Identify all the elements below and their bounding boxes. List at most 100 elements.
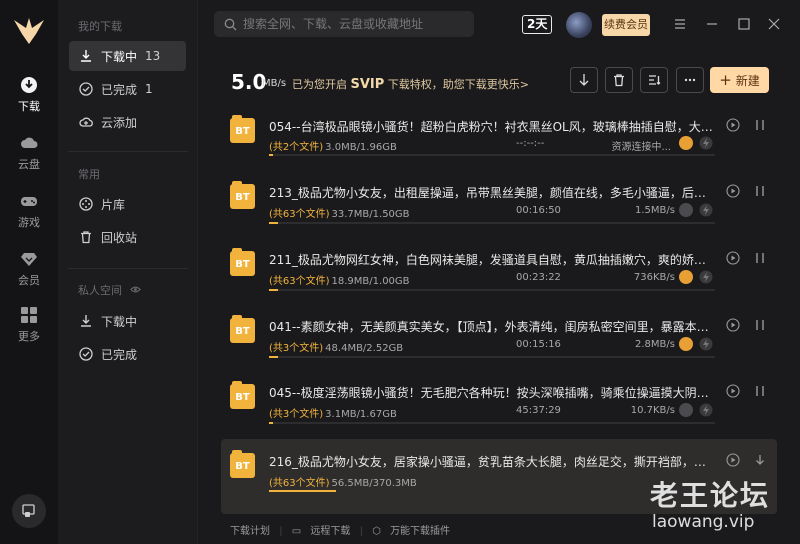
play-icon[interactable]	[726, 118, 740, 132]
mini-mode-button[interactable]	[12, 494, 46, 528]
rail-item-vip[interactable]: 会员	[0, 250, 58, 294]
pause-icon[interactable]	[754, 318, 766, 332]
sidebar-item-label: 云添加	[101, 115, 138, 130]
task-remaining-time: --:--:--	[516, 138, 545, 149]
footer-remote-download[interactable]: 远程下载	[310, 526, 350, 537]
accelerate-icon[interactable]	[679, 136, 693, 150]
progress-fill	[269, 222, 278, 224]
monitor-icon: ▭	[291, 526, 302, 537]
footer-download-plan[interactable]: 下载计划	[230, 526, 270, 537]
sidebar-item-trash[interactable]: 回收站	[69, 222, 186, 252]
play-icon[interactable]	[726, 251, 740, 265]
plus-icon: +	[719, 71, 732, 89]
minimize-icon[interactable]	[704, 16, 720, 32]
progress-fill	[269, 289, 278, 291]
sidebar-item-completed[interactable]: 已完成 1	[69, 74, 186, 104]
sidebar-item-cloud-add[interactable]: 云添加	[69, 107, 186, 137]
search-box[interactable]	[214, 11, 474, 37]
task-size: 33.7MB/1.50GB	[331, 209, 410, 220]
accelerate-icon[interactable]	[679, 403, 693, 417]
rail-label: 会员	[18, 274, 40, 287]
download-sidebar: 我的下载 下载中 13 已完成 1 云添加 常用 片库 回收站 私人空间 下载中…	[58, 0, 198, 544]
sidebar-item-private-completed[interactable]: 已完成	[69, 339, 186, 369]
icon-rail: 下载 云盘 游戏 会员 更多	[0, 0, 58, 544]
menu-icon[interactable]	[672, 16, 688, 32]
total-speed-unit: MB/s	[262, 78, 287, 89]
search-icon	[224, 18, 237, 30]
promo-suffix: 下载特权，助您下载更快乐>	[387, 78, 530, 91]
rail-item-download[interactable]: 下载	[0, 76, 58, 120]
new-task-label: 新建	[735, 73, 760, 88]
file-count: (共3个文件)	[269, 409, 324, 420]
progress-bar	[269, 422, 715, 424]
task-row[interactable]: BT 041--素颜女神，无美颜真实美女，【顶点】，外表清纯，闺房私密空间里，暴…	[221, 310, 777, 376]
avatar[interactable]	[566, 12, 592, 38]
pause-icon[interactable]	[754, 118, 766, 132]
divider	[68, 151, 188, 152]
progress-bar	[269, 154, 715, 156]
rail-item-more[interactable]: 更多	[0, 306, 58, 350]
flash-icon[interactable]	[699, 337, 713, 351]
renew-vip-button[interactable]: 续费会员	[602, 14, 650, 36]
task-remaining-time: 00:23:22	[516, 272, 561, 283]
task-row[interactable]: BT 054--台湾极品眼镜小骚货！超粉白虎粉穴！衬衣黑丝OL风，玻璃棒抽插自慰…	[221, 110, 777, 176]
flash-icon[interactable]	[699, 136, 713, 150]
watermark-url: laowang.vip	[652, 512, 755, 532]
sidebar-item-private-downloading[interactable]: 下载中	[69, 306, 186, 336]
sidebar-item-label: 回收站	[101, 230, 138, 245]
sidebar-item-downloading[interactable]: 下载中 13	[69, 41, 186, 71]
pause-icon[interactable]	[754, 384, 766, 398]
sidebar-item-library[interactable]: 片库	[69, 189, 186, 219]
task-size: 3.0MB/1.96GB	[325, 142, 397, 153]
count-badge: 1	[145, 82, 153, 96]
cloud-add-icon	[79, 117, 93, 127]
private-space-caption: 私人空间	[78, 284, 122, 297]
more-button[interactable]	[676, 67, 704, 93]
play-icon[interactable]	[726, 384, 740, 398]
task-row[interactable]: BT 045--极度淫荡眼镜小骚货！无毛肥穴各种玩！按头深喉插嘴，骑乘位操逼摸大…	[221, 376, 777, 442]
task-title: 045--极度淫荡眼镜小骚货！无毛肥穴各种玩！按头深喉插嘴，骑乘位操逼摸大阴蒂，…	[269, 386, 717, 400]
gamepad-icon	[21, 197, 37, 206]
flash-icon[interactable]	[699, 203, 713, 217]
task-files: (共3个文件) 3.1MB/1.67GB	[269, 405, 397, 420]
sort-button[interactable]	[640, 67, 668, 93]
rail-item-games[interactable]: 游戏	[0, 192, 58, 236]
rail-label: 下载	[18, 100, 40, 113]
footer-bar: 下载计划 | ▭ 远程下载 | ⬡ 万能下载插件	[230, 522, 456, 537]
download-arrow-icon	[81, 50, 91, 62]
download-arrow-icon[interactable]	[754, 453, 766, 467]
play-icon[interactable]	[726, 184, 740, 198]
rail-label: 云盘	[18, 158, 40, 171]
download-circle-icon	[21, 77, 37, 93]
task-size: 48.4MB/2.52GB	[325, 343, 404, 354]
accelerate-icon[interactable]	[679, 337, 693, 351]
task-row[interactable]: BT 211_极品尤物网红女神，白色网袜美腿，发骚道具自慰，黄瓜抽插嫩穴，爽的娇…	[221, 243, 777, 309]
delete-button[interactable]	[605, 67, 633, 93]
close-icon[interactable]	[766, 16, 782, 32]
accelerate-icon[interactable]	[679, 270, 693, 284]
play-icon[interactable]	[726, 453, 740, 467]
task-row[interactable]: BT 213_极品尤物小女友，出租屋操逼，吊带黑丝美腿，颜值在线，多毛小骚逼，后…	[221, 176, 777, 242]
flash-icon[interactable]	[699, 403, 713, 417]
footer-separator: |	[359, 526, 363, 537]
footer-separator: |	[279, 526, 283, 537]
flash-icon[interactable]	[699, 270, 713, 284]
footer-plugin[interactable]: 万能下载插件	[390, 526, 450, 537]
pause-icon[interactable]	[754, 251, 766, 265]
divider	[68, 268, 188, 269]
more-dots-icon	[684, 78, 696, 82]
task-title: 216_极品尤物小女友，居家操小骚逼，贫乳苗条大长腿，肉丝足交，撕开裆部，多毛骚…	[269, 455, 717, 469]
file-count: (共63个文件)	[269, 209, 330, 220]
search-input[interactable]	[243, 17, 463, 31]
download-all-button[interactable]	[570, 67, 598, 93]
pause-icon[interactable]	[754, 184, 766, 198]
accelerate-icon[interactable]	[679, 203, 693, 217]
svip-promo[interactable]: 已为您开启 SVIP 下载特权，助您下载更快乐>	[292, 76, 529, 92]
new-task-button[interactable]: + 新建	[710, 67, 769, 93]
sidebar-item-label: 片库	[101, 197, 126, 212]
eye-icon[interactable]	[129, 284, 141, 295]
maximize-icon[interactable]	[736, 16, 752, 32]
play-icon[interactable]	[726, 318, 740, 332]
rail-item-cloud[interactable]: 云盘	[0, 134, 58, 178]
task-files: (共63个文件) 56.5MB/370.3MB	[269, 474, 417, 489]
